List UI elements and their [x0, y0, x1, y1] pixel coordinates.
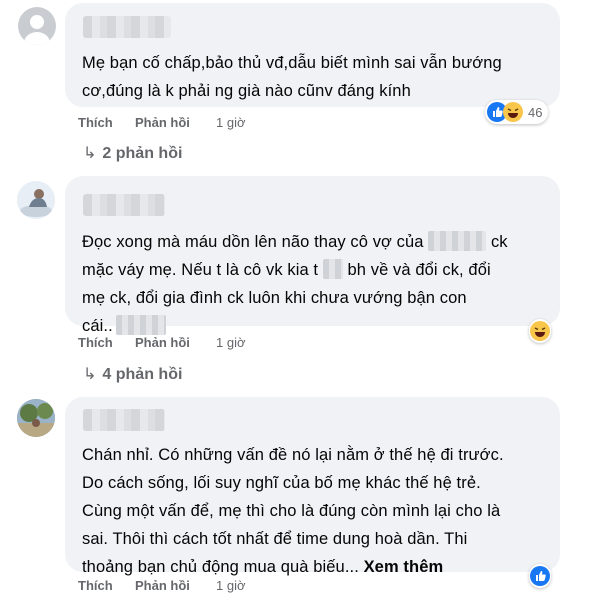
reaction-summary[interactable]: [529, 319, 551, 343]
redacted-name: [428, 231, 487, 251]
view-replies-link[interactable]: ↳ 2 phản hồi: [83, 143, 182, 163]
comment-bubble: Đọc xong mà máu dồn lên não thay cô vợ c…: [65, 176, 560, 335]
comment-actions: Thích Phản hồi 1 giờ: [78, 115, 278, 131]
reply-button[interactable]: Phản hồi: [135, 335, 190, 350]
profile-photo-icon: [17, 399, 55, 437]
comment-bubble: Mẹ bạn cố chấp,bảo thủ vđ,dẫu biết mình …: [65, 3, 560, 107]
avatar-photo[interactable]: [17, 181, 55, 219]
comment-time[interactable]: 1 giờ: [216, 335, 246, 350]
comment-text: Đọc xong mà máu dồn lên não thay cô vợ c…: [82, 231, 508, 335]
view-replies-link[interactable]: ↳ 4 phản hồi: [83, 364, 182, 384]
reply-arrow-icon: ↳: [83, 145, 97, 162]
reply-arrow-icon: ↳: [83, 366, 97, 383]
like-button[interactable]: Thích: [78, 115, 113, 130]
reply-button[interactable]: Phản hồi: [135, 578, 190, 593]
commenter-name[interactable]: [83, 16, 171, 38]
comment-text: Chán nhỉ. Có những vấn đề nó lại nằm ở t…: [82, 446, 504, 576]
haha-icon: [530, 321, 550, 341]
commenter-name[interactable]: [83, 194, 165, 216]
haha-icon: [503, 102, 523, 122]
reaction-summary[interactable]: [529, 564, 551, 588]
redacted-text: [322, 259, 343, 279]
comment-time[interactable]: 1 giờ: [216, 115, 246, 130]
like-icon: [530, 566, 550, 586]
comment-actions: Thích Phản hồi 1 giờ: [78, 578, 278, 594]
reply-button[interactable]: Phản hồi: [135, 115, 190, 130]
commenter-name[interactable]: [83, 409, 165, 431]
like-button[interactable]: Thích: [78, 578, 113, 593]
comment-text: Mẹ bạn cố chấp,bảo thủ vđ,dẫu biết mình …: [82, 54, 502, 100]
avatar-photo[interactable]: [17, 399, 55, 437]
reaction-count: 46: [528, 104, 543, 120]
comment-time[interactable]: 1 giờ: [216, 578, 246, 593]
comment-bubble: Chán nhỉ. Có những vấn đề nó lại nằm ở t…: [65, 397, 560, 576]
avatar-default[interactable]: [18, 7, 56, 45]
like-button[interactable]: Thích: [78, 335, 113, 350]
see-more-link[interactable]: Xem thêm: [364, 558, 444, 576]
user-silhouette-icon: [24, 15, 50, 45]
comment-actions: Thích Phản hồi 1 giờ: [78, 335, 278, 351]
profile-photo-icon: [17, 181, 55, 219]
reaction-summary[interactable]: 46: [485, 100, 549, 124]
redacted-text: [115, 315, 166, 335]
